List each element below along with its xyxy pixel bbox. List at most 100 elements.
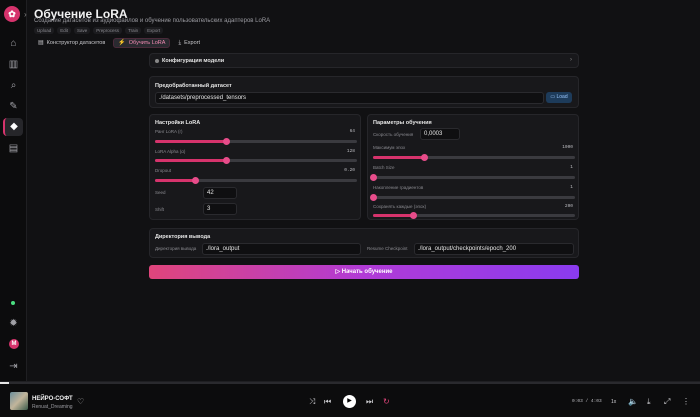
- datasets-icon[interactable]: ▤: [7, 142, 20, 155]
- save-every-slider[interactable]: [373, 212, 575, 219]
- play-outline-icon: ▷: [335, 269, 341, 275]
- chevron-right-icon: ›: [570, 57, 572, 63]
- slider-handle[interactable]: [222, 157, 230, 164]
- start-training-button[interactable]: ▷ Начать обучение: [149, 265, 579, 279]
- dataset-panel: Предобработанный датасет ./datasets/prep…: [149, 76, 579, 108]
- output-dir-label: Директория вывода: [155, 246, 197, 251]
- alpha-slider[interactable]: [155, 157, 357, 164]
- previous-icon[interactable]: ⏮: [324, 397, 331, 407]
- resume-checkpoint-label: Resume Checkpoint: [367, 246, 408, 251]
- home-icon[interactable]: ⌂: [7, 37, 20, 50]
- load-button[interactable]: ▭ Load: [546, 92, 572, 103]
- playback-time: 0:03 / 4:03: [572, 399, 602, 404]
- dataset-icon: ▤: [38, 40, 44, 46]
- tab-label: Export: [184, 40, 201, 46]
- chip-edit: Edit: [57, 27, 72, 34]
- save-every-value: 200: [564, 204, 573, 209]
- rank-label: Ранг LoRA (r): [155, 129, 183, 134]
- tab-export[interactable]: ⤓ Export: [174, 38, 204, 48]
- chip-upload: Upload: [34, 27, 55, 34]
- heart-icon[interactable]: ♡: [77, 397, 84, 406]
- logout-icon[interactable]: ⇥: [7, 360, 20, 373]
- epochs-slider[interactable]: [373, 154, 575, 161]
- collapse-sidebar-icon[interactable]: ›: [24, 10, 27, 19]
- tab-train-lora[interactable]: ⚡ Обучить LoRA: [113, 38, 171, 48]
- lora-settings-panel: Настройки LoRA Ранг LoRA (r) 64 LoRA Alp…: [149, 114, 361, 220]
- workflow-chips: Upload Edit Save Preprocess Train Export: [34, 27, 164, 34]
- tab-bar: ▤ Конструктор датасетов ⚡ Обучить LoRA ⤓…: [34, 38, 204, 48]
- config-dot-icon: [155, 59, 159, 63]
- app-root: ✿ ⌂ ▥ ⌕ ✎ ◆ ▤ ✹ M ⇥ › Обучение LoRA Созд…: [0, 0, 700, 417]
- more-icon[interactable]: ⋮: [682, 397, 690, 406]
- epochs-value: 1000: [562, 145, 573, 150]
- seed-input[interactable]: 42: [203, 187, 237, 199]
- dataset-title: Предобработанный датасет: [155, 83, 232, 89]
- output-panel: Директория вывода Директория вывода ./lo…: [149, 228, 579, 258]
- status-indicator: [11, 301, 15, 305]
- training-icon[interactable]: ◆: [3, 118, 23, 136]
- epochs-label: Максимум эпох: [373, 145, 406, 150]
- shift-input[interactable]: 3: [203, 203, 237, 215]
- album-cover: [10, 392, 28, 410]
- output-dir-input[interactable]: ./lora_output: [202, 243, 361, 255]
- tab-dataset-builder[interactable]: ▤ Конструктор датасетов: [34, 38, 109, 48]
- repeat-icon[interactable]: ↻: [383, 397, 390, 406]
- chip-save: Save: [74, 27, 91, 34]
- search-icon[interactable]: ⌕: [7, 79, 20, 92]
- play-icon: ▶: [347, 398, 352, 404]
- config-title: Конфигурация модели: [162, 58, 225, 64]
- grad-accum-slider[interactable]: [370, 194, 575, 201]
- alpha-label: LoRA Alpha (α): [155, 149, 186, 154]
- dropout-slider[interactable]: [155, 177, 357, 184]
- tools-icon[interactable]: ✎: [7, 100, 20, 113]
- dropout-label: Dropout: [155, 168, 172, 173]
- shuffle-icon[interactable]: ⤨: [309, 397, 315, 407]
- resume-checkpoint-input[interactable]: ./lora_output/checkpoints/epoch_200: [414, 243, 574, 255]
- batch-label: Batch Size: [373, 165, 395, 170]
- shift-label: Shift: [155, 207, 165, 212]
- track-title[interactable]: НЕЙРО-СОФТ: [32, 396, 73, 402]
- download-icon[interactable]: ⤓: [647, 397, 651, 407]
- bolt-icon: ⚡: [118, 40, 126, 46]
- tab-label: Конструктор датасетов: [46, 40, 106, 46]
- audio-player: НЕЙРО-СОФТ Renuat_Dreaming ♡ ⤨ ⏮ ▶ ⏭ ↻ 0…: [0, 381, 700, 417]
- playback-progress[interactable]: [0, 382, 700, 384]
- page-subtitle: Создание датасетов из аудиофайлов и обуч…: [34, 18, 271, 24]
- track-artist[interactable]: Renuat_Dreaming: [32, 404, 73, 410]
- tab-label: Обучить LoRA: [128, 40, 166, 46]
- sidebar: ✿ ⌂ ▥ ⌕ ✎ ◆ ▤ ✹ M ⇥: [0, 0, 27, 381]
- rank-value: 64: [349, 129, 355, 134]
- start-training-label: Начать обучение: [341, 269, 393, 275]
- chip-preprocess: Preprocess: [93, 27, 123, 34]
- playback-speed[interactable]: 1x: [611, 399, 616, 405]
- grad-accum-label: Накопление градиентов: [373, 185, 424, 190]
- library-icon[interactable]: ▥: [7, 58, 20, 71]
- avatar[interactable]: M: [9, 339, 19, 349]
- learning-rate-input[interactable]: 0,0003: [420, 128, 460, 140]
- model-config-toggle[interactable]: Конфигурация модели ›: [149, 53, 579, 68]
- volume-icon[interactable]: 🔈: [628, 397, 638, 406]
- batch-slider[interactable]: [370, 174, 575, 181]
- rank-slider[interactable]: [155, 138, 357, 145]
- output-title: Директория вывода: [155, 234, 211, 240]
- training-title: Параметры обучения: [373, 120, 432, 126]
- chip-train: Train: [125, 27, 142, 34]
- expand-icon[interactable]: ⤢: [664, 397, 670, 407]
- seed-label: Seed: [155, 190, 166, 195]
- slider-handle[interactable]: [222, 138, 230, 145]
- slider-handle[interactable]: [410, 212, 418, 219]
- settings-icon[interactable]: ✹: [7, 317, 20, 330]
- lora-title: Настройки LoRA: [155, 120, 201, 126]
- slider-handle[interactable]: [192, 177, 200, 184]
- slider-handle[interactable]: [420, 154, 428, 161]
- next-icon[interactable]: ⏭: [366, 397, 373, 407]
- app-logo[interactable]: ✿: [4, 6, 20, 22]
- batch-value: 1: [570, 165, 573, 170]
- slider-handle[interactable]: [370, 174, 377, 181]
- dataset-path-input[interactable]: ./datasets/preprocessed_tensors: [155, 92, 544, 104]
- slider-handle[interactable]: [370, 194, 377, 201]
- grad-accum-value: 1: [570, 185, 573, 190]
- play-button[interactable]: ▶: [343, 395, 356, 408]
- load-label: Load: [556, 94, 568, 100]
- chip-export: Export: [144, 27, 164, 34]
